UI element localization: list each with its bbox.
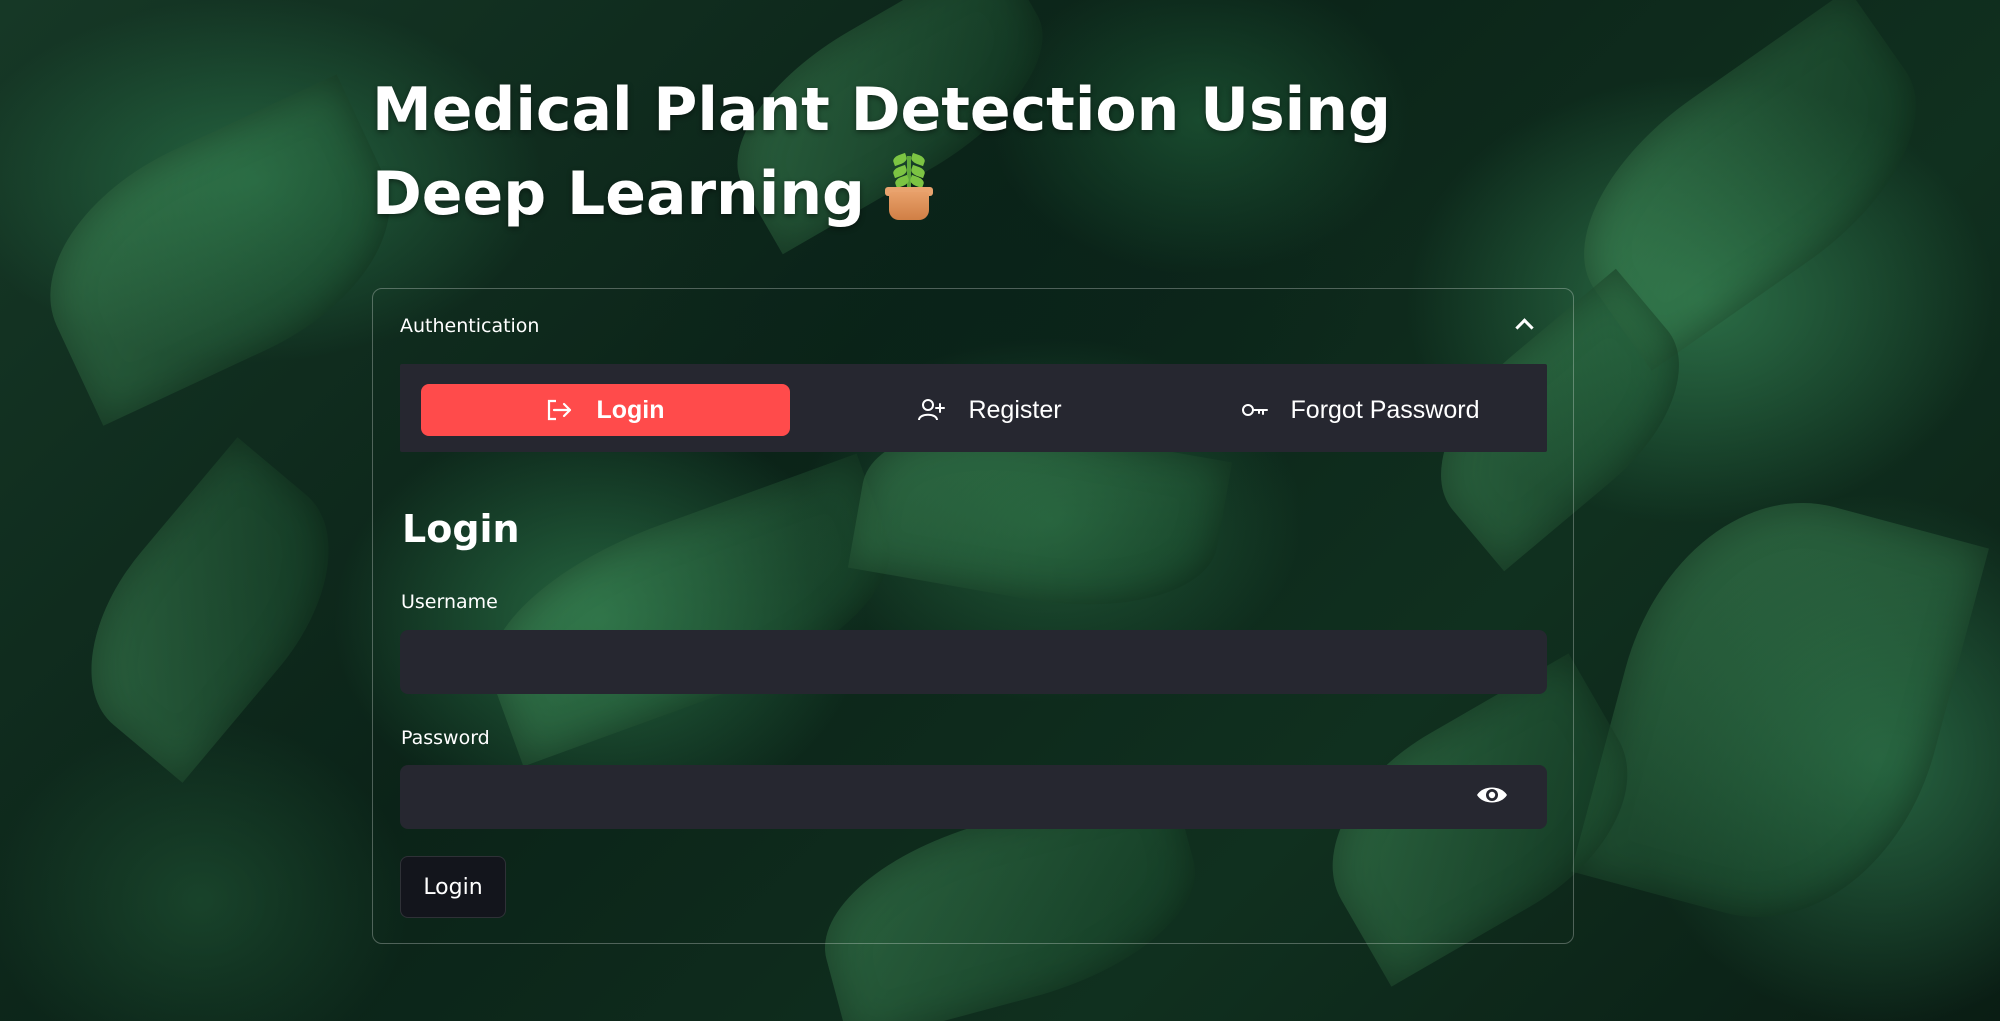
- page-title: Medical Plant Detection Using Deep Learn…: [372, 68, 1572, 236]
- tab-login[interactable]: Login: [421, 384, 790, 436]
- tab-forgot-password[interactable]: Forgot Password: [1200, 384, 1520, 436]
- tab-forgot-password-label: Forgot Password: [1290, 395, 1480, 424]
- login-submit-button[interactable]: Login: [400, 856, 506, 918]
- key-icon: [1241, 398, 1269, 422]
- potted-plant-icon: [883, 152, 935, 220]
- username-input[interactable]: [400, 630, 1547, 694]
- authentication-expander: Authentication Login Register Forgot Pas…: [372, 288, 1574, 944]
- auth-tabs-bar: Login Register Forgot Password: [400, 364, 1547, 452]
- login-arrow-icon: [546, 398, 574, 422]
- user-plus-icon: [918, 398, 946, 422]
- page-title-text: Medical Plant Detection Using Deep Learn…: [372, 75, 1391, 229]
- eye-icon: [1475, 784, 1509, 810]
- username-label: Username: [401, 591, 498, 613]
- show-password-button[interactable]: [1467, 779, 1517, 815]
- chevron-up-icon[interactable]: [1515, 318, 1534, 337]
- login-heading: Login: [402, 507, 520, 551]
- tab-login-label: Login: [596, 395, 665, 424]
- tab-register-label: Register: [968, 395, 1062, 424]
- leaf-decoration: [10, 74, 430, 426]
- tab-register[interactable]: Register: [850, 384, 1130, 436]
- leaf-decoration: [1571, 465, 1989, 955]
- leaf-decoration: [44, 437, 376, 783]
- password-label: Password: [401, 727, 490, 749]
- password-input[interactable]: [400, 765, 1547, 829]
- expander-header[interactable]: Authentication: [400, 315, 539, 337]
